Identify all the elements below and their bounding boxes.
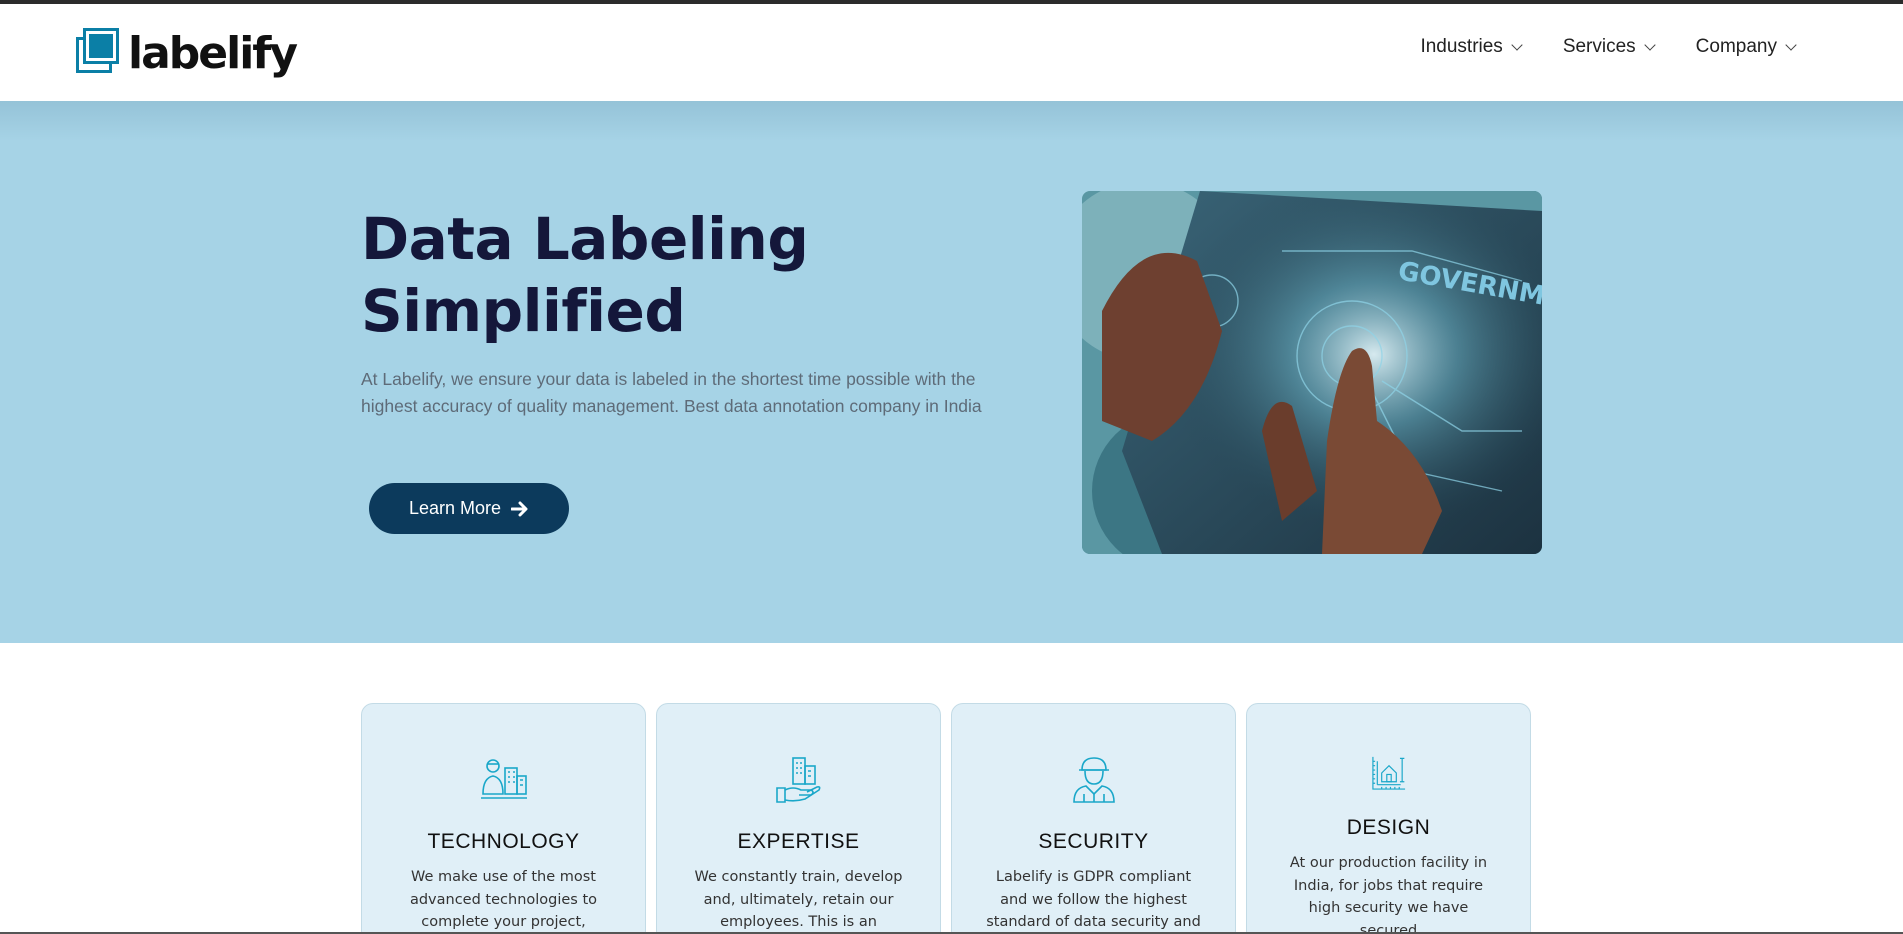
hero-section: Data Labeling Simplified At Labelify, we… bbox=[0, 101, 1903, 643]
feature-card-security: SECURITY Labelify is GDPR compliant and … bbox=[951, 703, 1236, 934]
nav-item-company[interactable]: Company bbox=[1695, 36, 1797, 58]
chevron-down-icon bbox=[1785, 38, 1797, 51]
hand-building-icon bbox=[775, 757, 820, 803]
learn-more-button[interactable]: Learn More bbox=[369, 483, 569, 534]
feature-card-expertise: EXPERTISE We constantly train, develop a… bbox=[656, 703, 941, 934]
hero-image-tablet: GOVERNMENT bbox=[1082, 191, 1542, 554]
nav-item-industries[interactable]: Industries bbox=[1420, 36, 1523, 58]
feature-title: SECURITY bbox=[1038, 830, 1149, 853]
feature-card-technology: TECHNOLOGY We make use of the most advan… bbox=[361, 703, 646, 934]
nav-item-label: Company bbox=[1695, 36, 1777, 57]
nav-item-label: Services bbox=[1562, 36, 1636, 57]
feature-title: EXPERTISE bbox=[737, 830, 860, 853]
feature-text: Labelify is GDPR compliant and we follow… bbox=[986, 869, 1201, 930]
nav-item-services[interactable]: Services bbox=[1562, 36, 1656, 58]
brand-logo[interactable]: labelify bbox=[74, 26, 298, 82]
hero-title-line1: Data Labeling bbox=[361, 205, 809, 273]
feature-title: DESIGN bbox=[1346, 816, 1431, 839]
logo-squares-icon bbox=[74, 28, 124, 79]
chevron-down-icon bbox=[1644, 38, 1656, 51]
learn-more-label: Learn More bbox=[408, 498, 502, 518]
nav-item-label: Industries bbox=[1420, 36, 1503, 57]
chevron-down-icon bbox=[1511, 38, 1523, 51]
feature-text: We make use of the most advanced technol… bbox=[409, 869, 598, 930]
main-nav: Industries Services Company bbox=[1420, 36, 1797, 58]
feature-text: At our production facility in India, for… bbox=[1289, 855, 1488, 934]
engineer-icon bbox=[1072, 757, 1115, 803]
tablet-illustration: GOVERNMENT bbox=[1082, 191, 1542, 554]
blueprint-house-icon bbox=[1371, 756, 1405, 790]
site-header: labelify Industries Services Company bbox=[0, 4, 1903, 101]
hero-title: Data Labeling Simplified bbox=[361, 203, 921, 347]
features-section: TECHNOLOGY We make use of the most advan… bbox=[361, 703, 1531, 934]
feature-text: We constantly train, develop and, ultima… bbox=[694, 869, 903, 930]
feature-title: TECHNOLOGY bbox=[427, 830, 580, 853]
arrow-right-icon bbox=[511, 501, 528, 516]
hero-title-line2: Simplified bbox=[361, 277, 686, 345]
worker-building-icon bbox=[480, 759, 527, 799]
feature-card-design: DESIGN At our production facility in Ind… bbox=[1246, 703, 1531, 934]
logo-text: labelify bbox=[128, 28, 298, 79]
hero-description: At Labelify, we ensure your data is labe… bbox=[361, 369, 982, 416]
